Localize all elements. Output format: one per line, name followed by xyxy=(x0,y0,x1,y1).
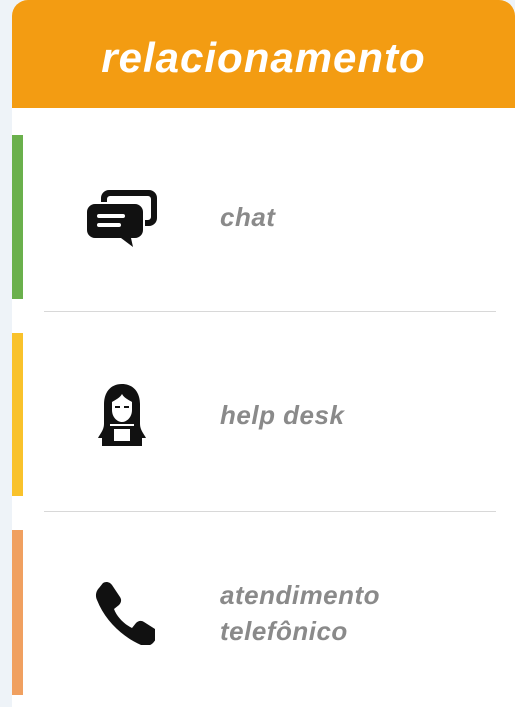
menu-item-label: atendimento telefônico xyxy=(220,577,380,649)
divider xyxy=(44,311,496,312)
menu-item-label: help desk xyxy=(220,399,345,430)
menu-item-chat[interactable]: chat xyxy=(12,135,515,299)
helpdesk-woman-icon xyxy=(82,375,162,455)
chat-bubbles-icon xyxy=(82,177,162,257)
menu-item-label: chat xyxy=(220,202,276,232)
menu-item-phone-support[interactable]: atendimento telefônico xyxy=(12,530,515,695)
phone-icon xyxy=(82,573,162,653)
label-line-1: atendimento xyxy=(220,579,381,610)
label-line-2: telefônico xyxy=(220,615,348,646)
divider xyxy=(44,511,496,512)
accent-bar-yellow xyxy=(12,333,23,496)
relationship-panel: relacionamento chat help desk atendiment… xyxy=(12,0,515,707)
accent-bar-green xyxy=(12,135,23,299)
menu-item-help-desk[interactable]: help desk xyxy=(12,333,515,496)
panel-header: relacionamento xyxy=(12,0,515,108)
accent-bar-orange xyxy=(12,530,23,695)
panel-title: relacionamento xyxy=(101,34,426,81)
